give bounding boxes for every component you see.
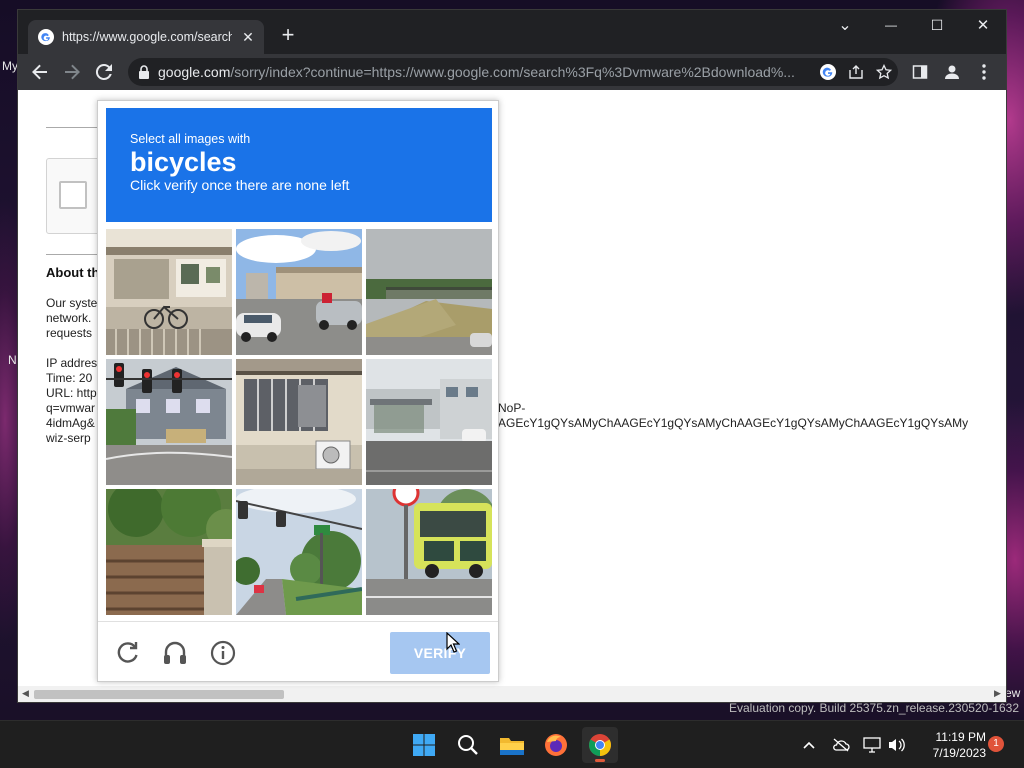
menu-button[interactable] (970, 58, 998, 86)
tab-title: https://www.google.com/search?q=vmware+d… (62, 30, 232, 44)
reload-icon (95, 63, 112, 80)
google-lens-icon[interactable] (814, 58, 842, 86)
clock-date: 7/19/2023 (932, 746, 986, 760)
captcha-header: Select all images with bicycles Click ve… (106, 108, 492, 222)
url-path: /sorry/index?continue=https://www.google… (230, 64, 795, 80)
captcha-image-grid (106, 229, 492, 615)
forward-arrow-icon (65, 64, 80, 80)
clock-time: 11:19 PM (935, 730, 986, 744)
back-arrow-icon (32, 64, 47, 80)
chrome-icon (589, 734, 611, 756)
tile-building-window[interactable] (236, 359, 362, 485)
firefox-button[interactable] (538, 727, 574, 763)
tile-bus[interactable] (366, 489, 492, 615)
tile-traffic-lights[interactable] (106, 359, 232, 485)
side-panel-icon (912, 65, 928, 79)
tile-storefront-bicycles[interactable] (106, 229, 232, 355)
minimize-button[interactable]: — (868, 10, 914, 40)
browser-toolbar: google.com/sorry/index?continue=https://… (18, 54, 1006, 90)
network-ethernet-icon[interactable] (862, 735, 882, 755)
page-body-text: network. (46, 311, 92, 325)
chrome-button[interactable] (582, 727, 618, 763)
url-label-text: URL: http (46, 386, 97, 400)
reload-button[interactable] (90, 58, 118, 86)
mouse-cursor-icon (446, 632, 460, 653)
captcha-challenge-dialog: Select all images with bicycles Click ve… (97, 100, 499, 682)
file-explorer-button[interactable] (494, 727, 530, 763)
evaluation-watermark: Evaluation copy. Build 25375.zn_release.… (729, 701, 1019, 715)
captcha-target-object: bicycles (130, 147, 237, 177)
address-bar[interactable]: google.com/sorry/index?continue=https://… (128, 58, 898, 86)
share-icon[interactable] (842, 58, 870, 86)
forward-button[interactable] (58, 58, 86, 86)
close-icon[interactable]: ✕ (240, 29, 256, 46)
title-bar[interactable]: https://www.google.com/search?q=vmware+d… (18, 10, 1006, 54)
url-text[interactable]: google.com/sorry/index?continue=https://… (158, 64, 814, 80)
start-button[interactable] (406, 727, 442, 763)
tile-bridge-overpass[interactable] (366, 229, 492, 355)
back-button[interactable] (26, 58, 54, 86)
windows-logo-icon (413, 734, 435, 756)
google-favicon-icon (38, 29, 54, 45)
scroll-right-arrow-icon[interactable]: ▶ (994, 688, 1001, 699)
captcha-prompt: Select all images with (130, 132, 251, 146)
captcha-footer: VERIFY (98, 621, 498, 682)
desktop-icon-label[interactable]: My (2, 59, 18, 73)
url-token-text: 4idmAg& (46, 416, 95, 430)
ip-address-text: IP addres (46, 356, 98, 370)
captcha-instruction: Click verify once there are none left (130, 177, 350, 193)
desktop-icon-label[interactable]: ew (1005, 686, 1020, 700)
lock-icon[interactable] (138, 65, 150, 79)
desktop-icon-label[interactable]: N (8, 353, 17, 367)
tile-road-trees[interactable] (236, 489, 362, 615)
url-host: google.com (158, 64, 231, 80)
tile-bus-shelter[interactable] (366, 359, 492, 485)
browser-tab[interactable]: https://www.google.com/search?q=vmware+d… (28, 20, 264, 54)
about-heading: About th (46, 265, 100, 280)
kebab-menu-icon (982, 64, 986, 80)
search-button[interactable] (450, 727, 486, 763)
show-hidden-icons-chevron-icon[interactable] (799, 735, 819, 755)
system-clock[interactable]: 11:19 PM 7/19/2023 (916, 729, 986, 761)
profile-avatar-icon (945, 65, 959, 79)
tile-fence-wall[interactable] (106, 489, 232, 615)
side-panel-button[interactable] (906, 58, 934, 86)
new-tab-button[interactable]: + (276, 24, 300, 48)
maximize-button[interactable]: ☐ (914, 10, 960, 40)
recaptcha-checkbox[interactable] (59, 181, 87, 209)
profile-button[interactable] (938, 58, 966, 86)
horizontal-scrollbar[interactable]: ◀ ▶ (18, 686, 1006, 702)
bookmark-star-icon[interactable] (870, 58, 898, 86)
scroll-left-arrow-icon[interactable]: ◀ (22, 688, 29, 699)
page-body-text: Our syste (46, 296, 98, 310)
url-overflow-text: NoP- (498, 401, 526, 415)
folder-icon (500, 738, 524, 755)
audio-challenge-headphones-icon[interactable] (160, 638, 190, 668)
page-body-text: requests (46, 326, 93, 340)
help-info-icon[interactable] (208, 638, 238, 668)
firefox-icon (545, 734, 567, 756)
search-icon (458, 735, 478, 755)
tab-search-chevron-icon[interactable]: ⌄ (822, 10, 868, 40)
verify-button[interactable]: VERIFY (390, 632, 490, 674)
close-window-button[interactable]: ✕ (960, 10, 1006, 40)
url-wiz-text: wiz-serp (46, 431, 91, 445)
url-query-text: q=vmwar (46, 401, 96, 415)
time-text: Time: 20 (46, 371, 93, 385)
notification-badge[interactable]: 1 (988, 736, 1004, 752)
active-app-indicator (595, 759, 605, 762)
tile-street-cars[interactable] (236, 229, 362, 355)
reload-challenge-icon[interactable] (112, 638, 142, 668)
volume-speaker-icon[interactable] (886, 735, 906, 755)
scrollbar-thumb[interactable] (34, 690, 284, 699)
url-overflow-text: AGEcY1gQYsAMyChAAGEcY1gQYsAMyChAAGEcY1gQ… (498, 416, 969, 430)
cloud-offline-icon[interactable] (831, 735, 851, 755)
taskbar: 11:19 PM 7/19/2023 (0, 720, 1024, 768)
